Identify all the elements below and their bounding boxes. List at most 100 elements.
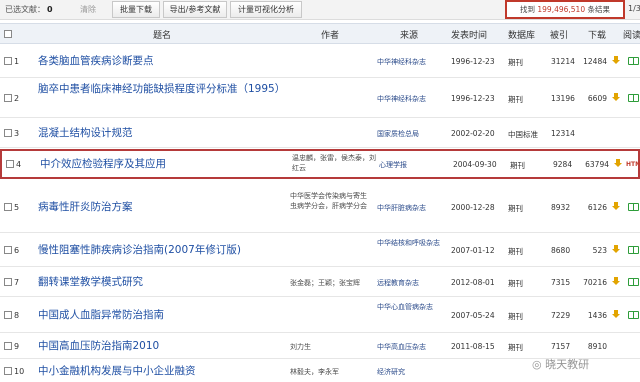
download-icon[interactable] bbox=[612, 277, 620, 286]
read-book-icon[interactable] bbox=[628, 203, 639, 211]
article-title-link[interactable]: 各类脑血管疾病诊断要点 bbox=[38, 54, 154, 69]
database-type: 期刊 bbox=[508, 95, 523, 104]
author-links[interactable]: 张金磊；王颖；张宝辉 bbox=[290, 278, 380, 288]
row-checkbox[interactable] bbox=[4, 278, 12, 286]
database-type: 中国标准 bbox=[508, 130, 538, 139]
read-book-icon[interactable] bbox=[628, 246, 639, 254]
row-checkbox[interactable] bbox=[4, 311, 12, 319]
article-title-link[interactable]: 中国高血压防治指南2010 bbox=[38, 339, 159, 354]
export-references-button[interactable]: 导出/参考文献 bbox=[163, 1, 227, 18]
publish-date: 2011-08-15 bbox=[451, 342, 495, 351]
column-author[interactable]: 作者 bbox=[321, 28, 339, 41]
download-icon[interactable] bbox=[612, 56, 620, 65]
html-read-icon[interactable]: HTML bbox=[626, 161, 640, 168]
cited-count[interactable]: 7315 bbox=[551, 278, 570, 287]
column-read[interactable]: 阅读 bbox=[623, 28, 640, 41]
table-row: 7 翻转课堂教学模式研究 张金磊；王颖；张宝辉 远程教育杂志 2012-08-0… bbox=[0, 267, 640, 297]
watermark-logo: ◎ 晓天教研 bbox=[532, 358, 590, 371]
row-checkbox[interactable] bbox=[4, 342, 12, 350]
row-checkbox[interactable] bbox=[4, 203, 12, 211]
row-checkbox[interactable] bbox=[4, 246, 12, 254]
read-book-icon[interactable] bbox=[628, 278, 639, 286]
cited-count[interactable]: 7229 bbox=[551, 311, 570, 320]
author-links[interactable]: 林毅夫，李永军 bbox=[290, 367, 380, 377]
publish-date: 2007-01-12 bbox=[451, 246, 495, 255]
column-downloads[interactable]: 下载 bbox=[588, 28, 606, 41]
source-link[interactable]: 中华结核和呼吸杂志 bbox=[377, 238, 441, 248]
result-count-box: 找到 199,496,510 条结果 bbox=[505, 0, 625, 19]
author-links[interactable]: 刘力生 bbox=[290, 342, 380, 352]
cited-count[interactable]: 8932 bbox=[551, 203, 570, 212]
column-date[interactable]: 发表时间 bbox=[451, 28, 487, 41]
source-link[interactable]: 远程教育杂志 bbox=[377, 278, 445, 288]
publish-date: 2012-08-01 bbox=[451, 278, 495, 287]
clear-selection-link[interactable]: 清除 bbox=[80, 4, 96, 15]
cited-count[interactable]: 12314 bbox=[551, 129, 575, 138]
article-title-link[interactable]: 中介效应检验程序及其应用 bbox=[40, 157, 166, 172]
author-links[interactable]: 中华医学会传染病与寄生虫病学分会，肝病学分会 bbox=[290, 191, 372, 211]
row-checkbox[interactable] bbox=[4, 367, 12, 375]
download-count: 8910 bbox=[587, 342, 607, 351]
article-title-link[interactable]: 混凝土结构设计规范 bbox=[38, 126, 133, 141]
download-icon[interactable] bbox=[612, 93, 620, 102]
source-link[interactable]: 国家质检总局 bbox=[377, 129, 445, 139]
row-number: 8 bbox=[14, 311, 20, 320]
column-cited[interactable]: 被引 bbox=[550, 28, 568, 41]
article-title-link[interactable]: 慢性阻塞性肺疾病诊治指南(2007年修订版) bbox=[38, 243, 241, 258]
article-title-link[interactable]: 脑卒中患者临床神经功能缺损程度评分标准（1995） bbox=[38, 82, 288, 97]
table-row: 6 慢性阻塞性肺疾病诊治指南(2007年修订版) 中华结核和呼吸杂志 2007-… bbox=[0, 233, 640, 267]
database-type: 期刊 bbox=[508, 343, 523, 352]
row-number: 4 bbox=[16, 160, 22, 169]
source-link[interactable]: 中华高血压杂志 bbox=[377, 342, 445, 352]
column-title[interactable]: 题名 bbox=[153, 28, 171, 41]
source-link[interactable]: 中华心血管病杂志 bbox=[377, 302, 441, 312]
author-links[interactable]: 温忠麟，张雷，侯杰泰，刘红云 bbox=[292, 153, 376, 173]
read-book-icon[interactable] bbox=[628, 57, 639, 65]
source-link[interactable]: 中华肝脏病杂志 bbox=[377, 203, 445, 213]
database-type: 期刊 bbox=[508, 312, 523, 321]
database-type: 期刊 bbox=[510, 161, 525, 170]
row-number: 10 bbox=[14, 367, 25, 376]
source-link[interactable]: 中华神经科杂志 bbox=[377, 94, 445, 104]
read-book-icon[interactable] bbox=[628, 311, 639, 319]
result-count: 199,496,510 bbox=[537, 5, 586, 14]
article-title-link[interactable]: 中小金融机构发展与中小企业融资 bbox=[38, 364, 196, 379]
publish-date: 1996-12-23 bbox=[451, 94, 495, 103]
select-all-checkbox[interactable] bbox=[4, 30, 12, 38]
row-number: 3 bbox=[14, 129, 20, 138]
source-link[interactable]: 心理学报 bbox=[379, 160, 447, 170]
row-checkbox[interactable] bbox=[4, 57, 12, 65]
row-checkbox[interactable] bbox=[6, 160, 14, 168]
row-number: 6 bbox=[14, 246, 20, 255]
article-title-link[interactable]: 中国成人血脂异常防治指南 bbox=[38, 308, 164, 323]
read-book-icon[interactable] bbox=[628, 94, 639, 102]
table-row: 2 脑卒中患者临床神经功能缺损程度评分标准（1995） 中华神经科杂志 1996… bbox=[0, 78, 640, 118]
article-title-link[interactable]: 病毒性肝炎防治方案 bbox=[38, 200, 133, 215]
publish-date: 2002-02-20 bbox=[451, 129, 495, 138]
table-row: 5 病毒性肝炎防治方案 中华医学会传染病与寄生虫病学分会，肝病学分会 中华肝脏病… bbox=[0, 181, 640, 233]
source-link[interactable]: 中华神经科杂志 bbox=[377, 57, 445, 67]
download-count: 6609 bbox=[587, 94, 607, 103]
row-number: 9 bbox=[14, 342, 20, 351]
download-icon[interactable] bbox=[612, 310, 620, 319]
cited-count[interactable]: 8680 bbox=[551, 246, 570, 255]
column-source[interactable]: 来源 bbox=[400, 28, 418, 41]
cited-count[interactable]: 7157 bbox=[551, 342, 570, 351]
table-row-highlighted: 4 中介效应检验程序及其应用 温忠麟，张雷，侯杰泰，刘红云 心理学报 2004-… bbox=[0, 149, 640, 179]
visual-analysis-button[interactable]: 计量可视化分析 bbox=[230, 1, 302, 18]
row-number: 5 bbox=[14, 203, 20, 212]
source-link[interactable]: 经济研究 bbox=[377, 367, 445, 377]
download-icon[interactable] bbox=[614, 159, 622, 168]
database-type: 期刊 bbox=[508, 204, 523, 213]
column-database[interactable]: 数据库 bbox=[508, 28, 535, 41]
article-title-link[interactable]: 翻转课堂教学模式研究 bbox=[38, 275, 143, 290]
download-icon[interactable] bbox=[612, 245, 620, 254]
download-count: 1436 bbox=[587, 311, 607, 320]
table-row: 3 混凝土结构设计规范 国家质检总局 2002-02-20 中国标准 12314 bbox=[0, 118, 640, 148]
cited-count[interactable]: 9284 bbox=[553, 160, 572, 169]
batch-download-button[interactable]: 批量下载 bbox=[112, 1, 160, 18]
row-checkbox[interactable] bbox=[4, 94, 12, 102]
row-checkbox[interactable] bbox=[4, 129, 12, 137]
results-toolbar: 已选文献： 0 清除 批量下载 导出/参考文献 计量可视化分析 找到 199,49… bbox=[0, 0, 640, 20]
download-icon[interactable] bbox=[612, 202, 620, 211]
